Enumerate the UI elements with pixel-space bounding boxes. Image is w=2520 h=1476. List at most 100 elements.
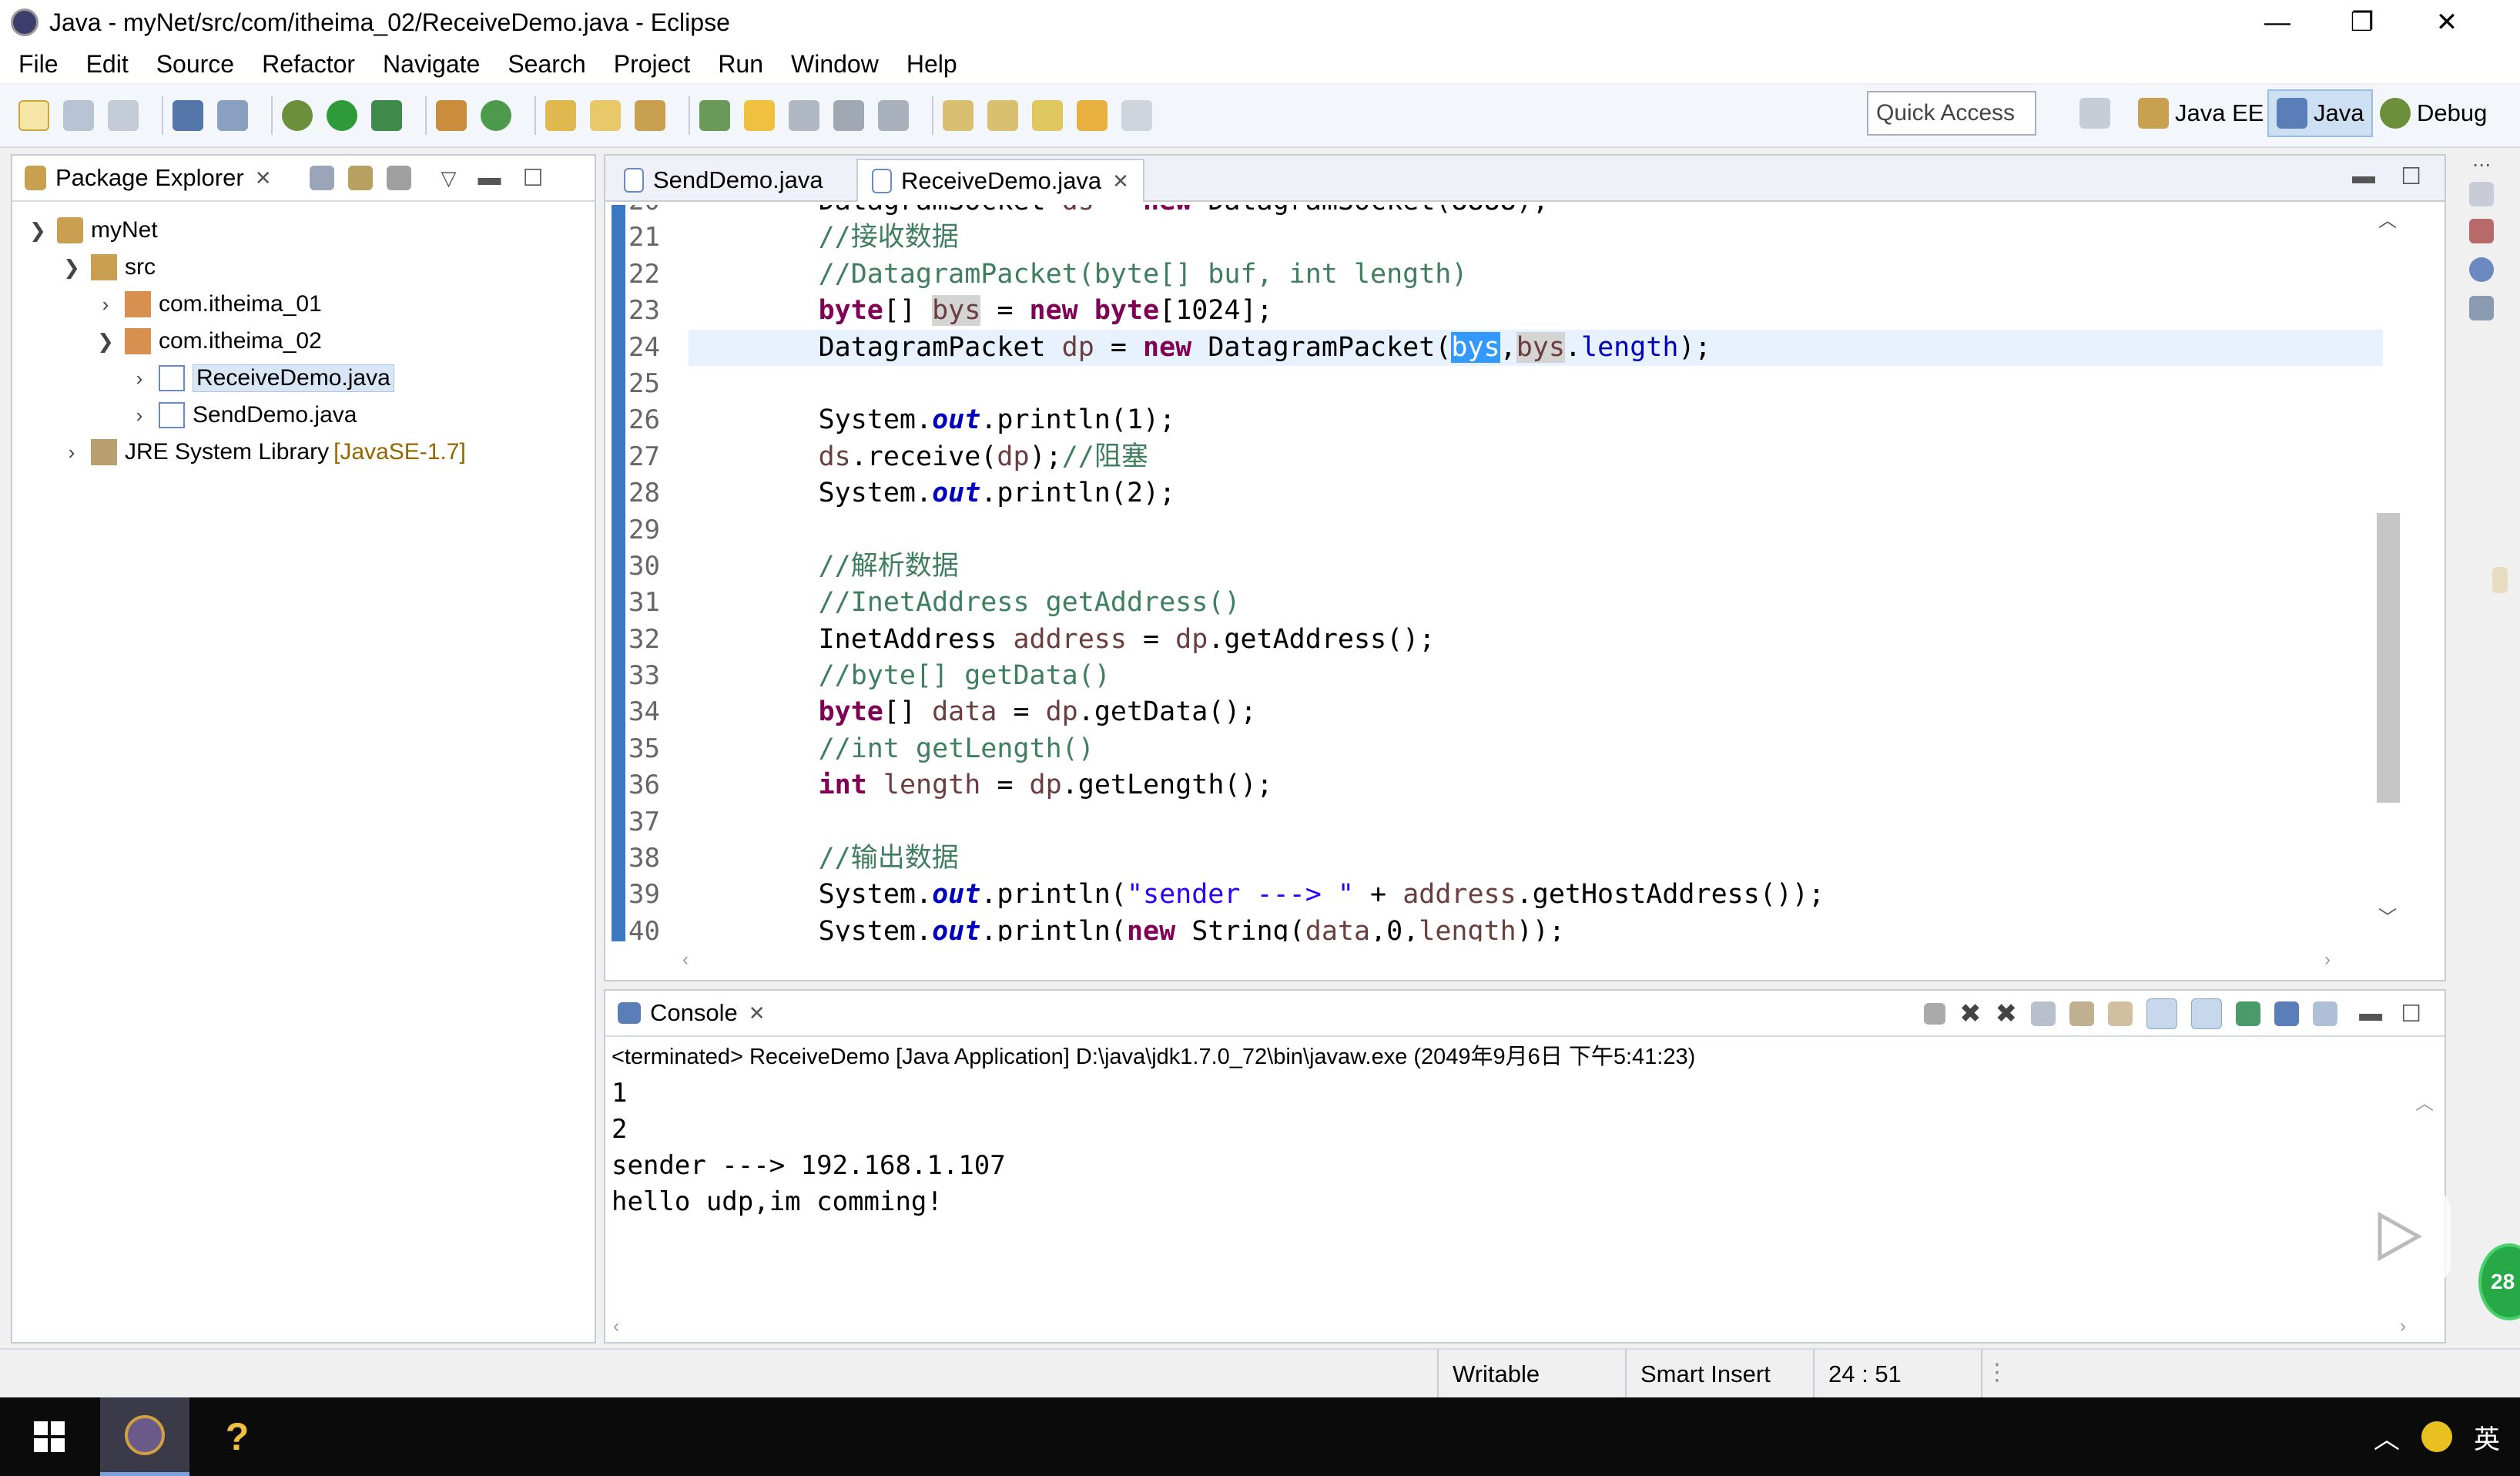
save-icon[interactable] <box>63 100 94 131</box>
sash-icon[interactable] <box>2492 567 2508 593</box>
console-scroll-right-icon[interactable]: › <box>2400 1316 2406 1337</box>
maximize-editor-icon[interactable]: ☐ <box>2401 163 2421 190</box>
restore-button[interactable]: ❐ <box>2320 0 2404 45</box>
scroll-lock-icon[interactable] <box>2069 1001 2095 1026</box>
pin-console-icon[interactable] <box>2236 1001 2261 1026</box>
tree-item-receivedemo[interactable]: › ReceiveDemo.java <box>128 359 394 398</box>
menu-project[interactable]: Project <box>614 50 691 79</box>
code-line[interactable]: System.out.println(1); <box>689 402 2383 438</box>
expanded-chevron-icon[interactable]: ❯ <box>94 330 117 354</box>
tree-item-package-01[interactable]: › com.itheima_01 <box>94 285 322 324</box>
close-icon[interactable]: ✕ <box>749 1001 766 1025</box>
link-editor-icon[interactable] <box>348 166 374 190</box>
menu-edit[interactable]: Edit <box>86 50 129 79</box>
console-scroll-left-icon[interactable]: ‹ <box>613 1316 619 1337</box>
tree-item-package-02[interactable]: ❯ com.itheima_02 <box>94 322 322 361</box>
tab-senddemo[interactable]: SendDemo.java <box>610 159 837 202</box>
annotation-icon[interactable] <box>699 100 730 131</box>
quick-access-input[interactable]: Quick Access <box>1867 91 2036 136</box>
scroll-thumb[interactable] <box>2377 513 2400 803</box>
scroll-right-icon[interactable]: › <box>2324 949 2331 971</box>
collapsed-chevron-icon[interactable]: › <box>128 367 151 391</box>
code-line[interactable]: DatagramPacket dp = new DatagramPacket(b… <box>689 329 2383 366</box>
collapsed-chevron-icon[interactable]: › <box>60 441 83 465</box>
new-package-icon[interactable] <box>436 100 467 131</box>
maximize-console-icon[interactable]: ☐ <box>2401 1001 2421 1028</box>
code-line[interactable] <box>689 512 2383 548</box>
taskbar-help[interactable]: ? <box>193 1397 282 1476</box>
show-stdout-icon[interactable] <box>2146 998 2178 1029</box>
tree-item-jre-library[interactable]: › JRE System Library [JavaSE-1.7] <box>60 433 466 471</box>
perspective-java[interactable]: Java <box>2267 89 2374 137</box>
coverage-icon[interactable] <box>371 100 402 131</box>
tab-package-explorer[interactable]: Package Explorer ✕ <box>12 155 283 201</box>
show-whitespace-icon[interactable] <box>878 100 909 131</box>
console-output[interactable]: 1 2 sender ---> 192.168.1.107 hello udp,… <box>605 1075 2445 1220</box>
menu-file[interactable]: File <box>18 50 59 79</box>
console-scroll-up-icon[interactable]: ︿ <box>2415 1088 2434 1115</box>
declaration-icon[interactable] <box>2469 296 2494 320</box>
terminal-icon[interactable] <box>173 100 203 131</box>
last-edit-icon[interactable] <box>1032 100 1063 131</box>
scroll-left-icon[interactable]: ‹ <box>682 949 689 971</box>
menu-run[interactable]: Run <box>718 50 763 79</box>
menu-navigate[interactable]: Navigate <box>383 50 480 79</box>
code-line[interactable]: //解析数据 <box>689 548 2383 585</box>
code-line[interactable]: System.out.println(2); <box>689 475 2383 512</box>
next-annotation-icon[interactable] <box>943 100 973 131</box>
maximize-view-icon[interactable]: ☐ <box>522 165 543 192</box>
code-line[interactable] <box>689 366 2383 402</box>
code-line[interactable]: byte[] bys = new byte[1024]; <box>689 293 2383 329</box>
code-line[interactable]: int length = dp.getLength(); <box>689 767 2383 803</box>
word-wrap-console-icon[interactable] <box>2108 1001 2133 1026</box>
restore-icon[interactable] <box>2469 182 2494 206</box>
start-button[interactable] <box>5 1397 94 1476</box>
menu-refactor[interactable]: Refactor <box>262 50 355 79</box>
forward-icon[interactable] <box>1121 100 1152 131</box>
horizontal-scrollbar[interactable]: ‹ › <box>682 949 2331 977</box>
minimize-console-icon[interactable]: ▬ <box>2359 1001 2382 1027</box>
collapsed-chevron-icon[interactable]: › <box>128 404 151 428</box>
code-line[interactable]: //byte[] getData() <box>689 658 2383 694</box>
show-stderr-icon[interactable] <box>2191 998 2223 1029</box>
code-line[interactable]: //InetAddress getAddress() <box>689 585 2383 621</box>
run-icon[interactable] <box>327 100 357 131</box>
minimize-editor-icon[interactable]: ▬ <box>2352 163 2375 190</box>
debug-icon[interactable] <box>282 100 313 131</box>
scroll-up-icon[interactable]: ︿ <box>2378 205 2397 232</box>
code-line[interactable] <box>689 804 2383 840</box>
new-class-icon[interactable] <box>481 100 511 131</box>
expanded-chevron-icon[interactable]: ❯ <box>26 219 49 243</box>
floating-badge[interactable]: 28 <box>2478 1243 2520 1320</box>
close-icon[interactable]: ✕ <box>1112 169 1129 193</box>
menu-help[interactable]: Help <box>906 50 957 79</box>
code-line[interactable]: //接收数据 <box>689 220 2383 256</box>
tray-app-icon[interactable] <box>2421 1421 2452 1452</box>
javadoc-icon[interactable] <box>2469 257 2494 282</box>
collapse-all-icon[interactable] <box>310 166 335 190</box>
word-wrap-icon[interactable] <box>789 100 819 131</box>
mark-occurrences-icon[interactable] <box>744 100 775 131</box>
back-icon[interactable] <box>1077 100 1108 131</box>
view-menu-icon[interactable]: ▽ <box>441 166 456 190</box>
block-selection-icon[interactable] <box>833 100 864 131</box>
minimize-button[interactable]: — <box>2235 0 2320 45</box>
tree-item-src[interactable]: ❯ src <box>60 248 156 287</box>
outline-icon[interactable] <box>2469 219 2494 243</box>
code-line[interactable]: //输出数据 <box>689 840 2383 877</box>
input-language-indicator[interactable]: 英 <box>2474 1418 2500 1456</box>
vertical-scrollbar[interactable]: ︿ ﹀ <box>2371 205 2401 929</box>
expanded-chevron-icon[interactable]: ❯ <box>60 256 83 280</box>
tree-item-mynet[interactable]: ❯ myNet <box>26 211 158 250</box>
code-line[interactable]: DatagramSocket ds = new DatagramSocket(8… <box>689 205 2383 220</box>
display-console-icon[interactable] <box>2274 1001 2300 1026</box>
focus-icon[interactable] <box>387 166 412 190</box>
remove-launch-icon[interactable]: ✖ <box>1959 998 1982 1029</box>
close-button[interactable]: ✕ <box>2404 0 2489 45</box>
scroll-down-icon[interactable]: ﹀ <box>2378 902 2397 929</box>
remove-all-icon[interactable]: ✖ <box>1996 998 2018 1029</box>
code-line[interactable]: ds.receive(dp);//阻塞 <box>689 439 2383 475</box>
tab-receivedemo[interactable]: ReceiveDemo.java ✕ <box>856 159 1144 202</box>
code-line[interactable]: InetAddress address = dp.getAddress(); <box>689 622 2383 658</box>
perspective-java-ee[interactable]: Java EE <box>2130 89 2271 137</box>
